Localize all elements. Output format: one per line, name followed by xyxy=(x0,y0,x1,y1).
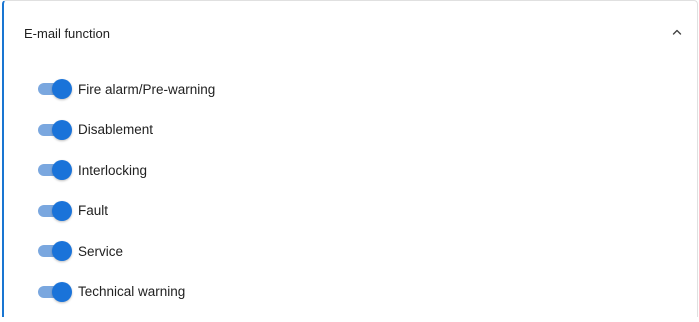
toggle-row-interlocking: Interlocking xyxy=(38,160,697,180)
fault-switch[interactable] xyxy=(38,200,72,221)
technical-warning-switch[interactable] xyxy=(38,281,72,302)
toggle-label[interactable]: Service xyxy=(78,244,123,259)
disablement-switch[interactable] xyxy=(38,119,72,140)
toggle-row-technical-warning: Technical warning xyxy=(38,281,697,302)
switch-thumb[interactable] xyxy=(52,241,72,261)
toggle-list: Fire alarm/Pre-warning Disablement Inter… xyxy=(38,79,697,322)
service-switch[interactable] xyxy=(38,241,72,261)
toggle-row-fire-alarm: Fire alarm/Pre-warning xyxy=(38,79,697,99)
toggle-row-service: Service xyxy=(38,241,697,261)
switch-thumb[interactable] xyxy=(52,281,72,302)
toggle-label[interactable]: Technical warning xyxy=(78,284,185,299)
toggle-label[interactable]: Interlocking xyxy=(78,163,147,178)
interlocking-switch[interactable] xyxy=(38,160,72,180)
toggle-label[interactable]: Fault xyxy=(78,203,108,218)
switch-thumb[interactable] xyxy=(52,119,72,140)
switch-thumb[interactable] xyxy=(52,79,72,99)
fire-alarm-switch[interactable] xyxy=(38,79,72,99)
switch-thumb[interactable] xyxy=(52,200,72,221)
toggle-row-disablement: Disablement xyxy=(38,119,697,140)
panel-title: E-mail function xyxy=(24,25,110,41)
panel-header[interactable]: E-mail function xyxy=(4,1,697,67)
chevron-up-icon[interactable] xyxy=(671,26,683,38)
toggle-label[interactable]: Disablement xyxy=(78,122,153,137)
toggle-label[interactable]: Fire alarm/Pre-warning xyxy=(78,82,215,97)
toggle-row-fault: Fault xyxy=(38,200,697,221)
email-function-panel: E-mail function Fire alarm/Pre-warning D… xyxy=(2,0,698,317)
switch-thumb[interactable] xyxy=(52,160,72,180)
